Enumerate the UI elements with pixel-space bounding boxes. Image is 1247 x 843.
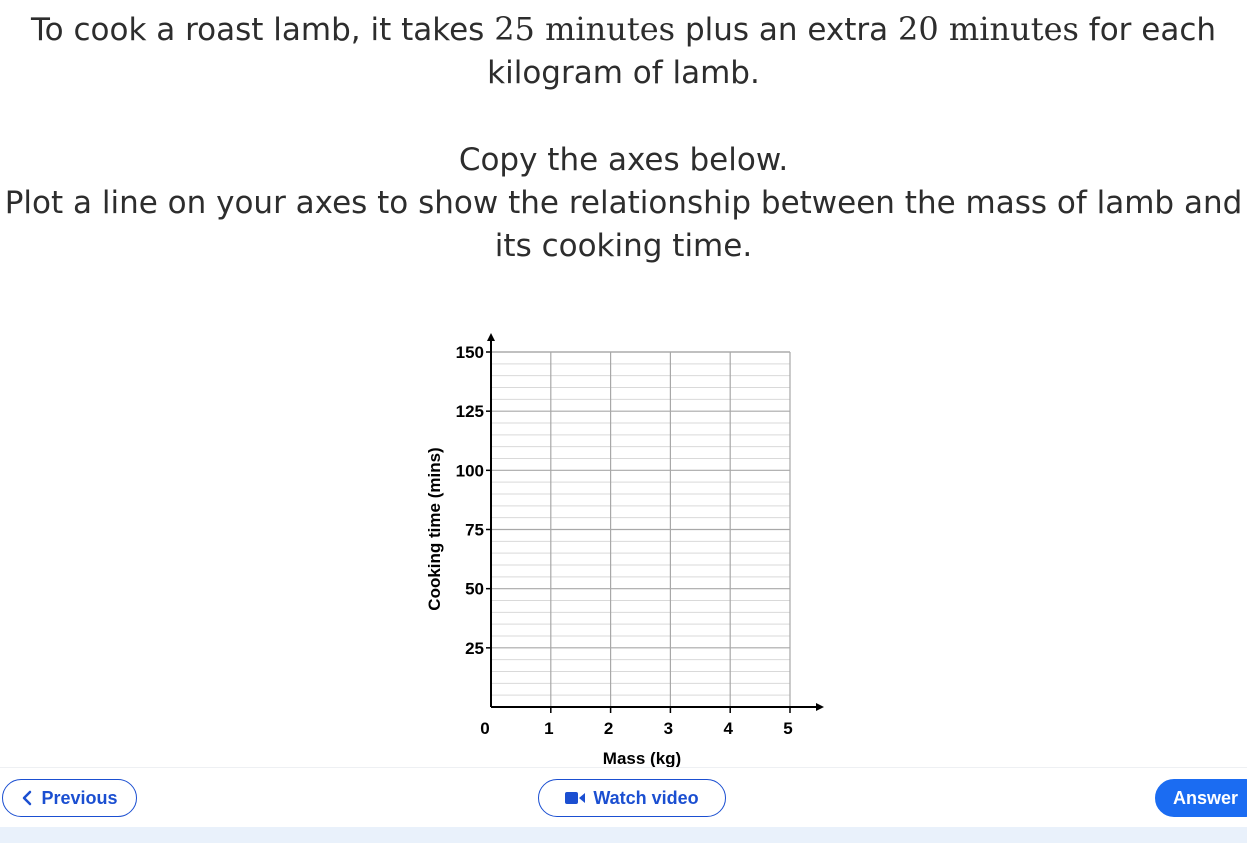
video-camera-icon [565, 792, 586, 804]
question-text: To cook a roast lamb, it takes 25 minute… [0, 8, 1247, 268]
answer-label: Answer [1173, 787, 1239, 808]
bottom-bar [0, 827, 1247, 843]
footer-divider [0, 767, 1247, 768]
x-tick-label: 0 [480, 719, 489, 738]
y-axis-label: Cooking time (mins) [425, 447, 444, 610]
y-tick-label: 125 [456, 402, 484, 421]
y-tick-label: 150 [456, 343, 484, 362]
cooking-time-axes: 25 50 75 100 125 150 0 1 2 3 4 5 Mass (kg) Cooking … [425, 333, 824, 768]
y-axis-arrow-icon [487, 333, 495, 341]
y-tick-label: 25 [465, 639, 484, 658]
x-tick-label: 3 [664, 719, 673, 738]
x-tick-label: 1 [544, 719, 553, 738]
answer-button[interactable]: Answer [1155, 779, 1247, 817]
math-value: 20 minutes [898, 10, 1079, 48]
x-tick-label: 4 [723, 719, 733, 738]
question-paragraph-2: Copy the axes below. [458, 142, 789, 178]
math-value: 25 minutes [494, 10, 676, 48]
x-axis-label: Mass (kg) [603, 749, 681, 768]
y-tick-label: 75 [465, 521, 484, 540]
watch-video-label: Watch video [593, 787, 699, 808]
y-tick-label: 100 [456, 461, 484, 480]
x-tick-label: 2 [604, 719, 613, 738]
x-tick-label: 5 [783, 719, 792, 738]
previous-button[interactable]: Previous [2, 779, 137, 817]
watch-video-button[interactable]: Watch video [538, 779, 726, 817]
question-paragraph-3: Plot a line on your axes to show the rel… [4, 185, 1243, 264]
previous-label: Previous [41, 787, 118, 808]
y-tick-label: 50 [465, 580, 484, 599]
question-text-part: To cook a roast lamb, it takes [30, 12, 495, 48]
chevron-left-icon [23, 790, 32, 806]
x-axis-arrow-icon [816, 703, 824, 711]
question-paragraph-1: To cook a roast lamb, it takes 25 minute… [0, 8, 1247, 95]
question-text-part: plus an extra [675, 12, 899, 48]
